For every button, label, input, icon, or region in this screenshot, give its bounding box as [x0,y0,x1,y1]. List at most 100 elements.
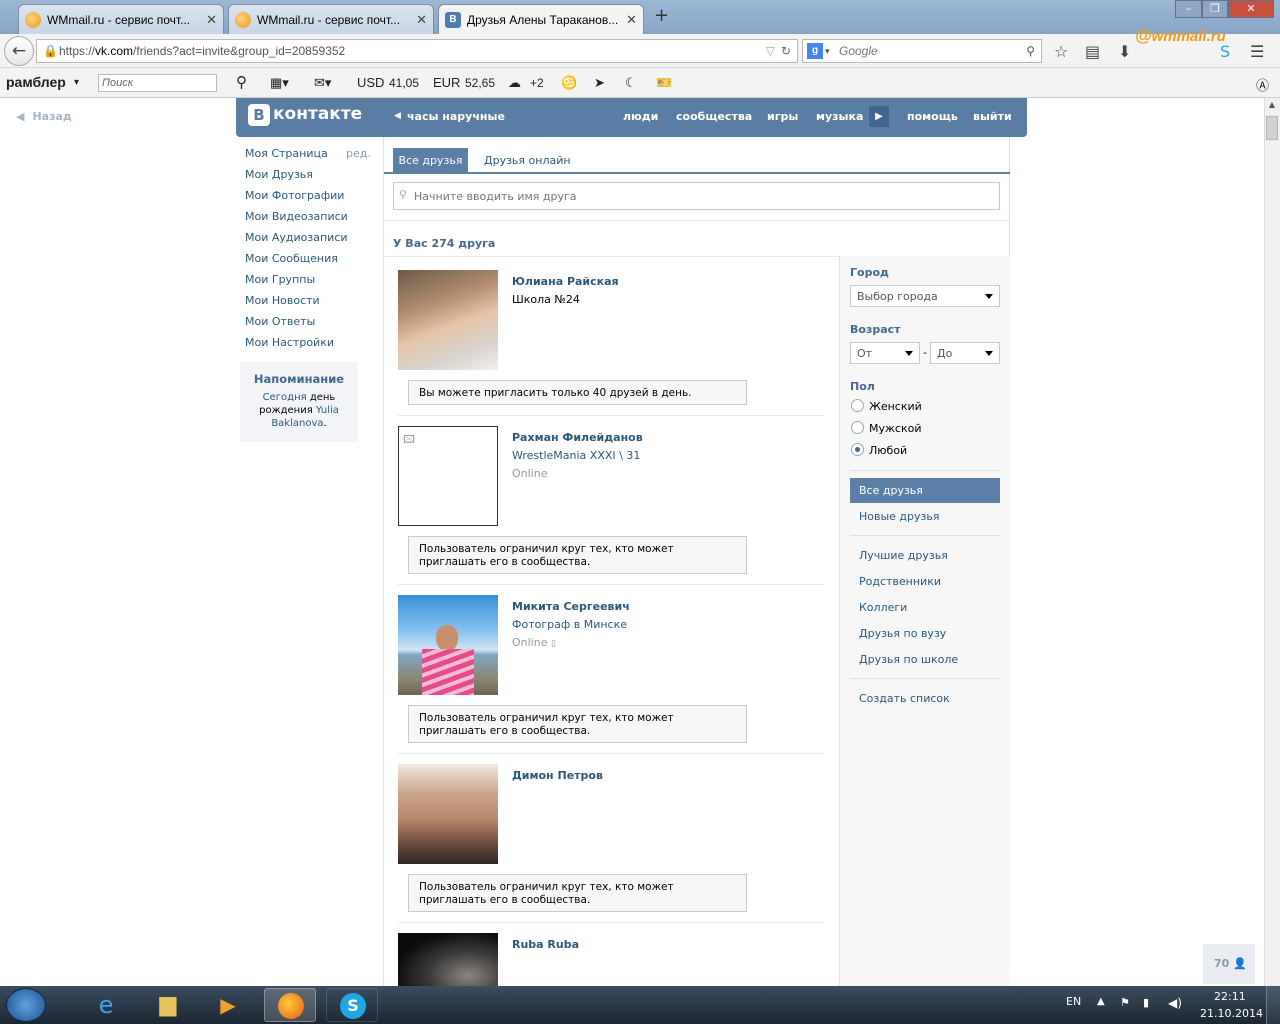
explorer-folder-icon[interactable]: ▆ [142,988,194,1022]
weather-icon[interactable]: ☁ [508,75,521,91]
list-relatives[interactable]: Родственники [859,575,941,588]
nav-logout[interactable]: выйти [973,110,1012,123]
list-university-friends[interactable]: Друзья по вузу [859,627,946,640]
search-icon[interactable]: ⚲ [236,73,247,91]
online-counter[interactable]: 70 👤 [1203,944,1255,984]
scroll-up-icon[interactable]: ▲ [1266,100,1278,112]
list-best-friends[interactable]: Лучшие друзья [859,549,948,562]
friend-name[interactable]: Рахман Филейданов [512,431,643,444]
menu-my-settings[interactable]: Мои Настройки [245,336,334,349]
notes-icon[interactable]: ▦▾ [270,75,289,91]
play-icon[interactable]: ▶ [869,106,889,127]
send-icon[interactable]: ➤ [594,75,605,91]
close-tab-icon[interactable]: ✕ [206,12,217,28]
menu-my-videos[interactable]: Мои Видеозаписи [245,210,348,223]
radio-female[interactable] [851,399,864,412]
clock-date[interactable]: 21.10.2014 [1200,1007,1263,1020]
browser-tab-3[interactable]: B Друзья Алены Тараканов... ✕ [438,4,644,35]
search-field[interactable]: g ▾ Google ⚲ [802,39,1042,63]
menu-icon[interactable]: ☰ [1250,42,1264,61]
media-player-icon[interactable]: ▶ [202,988,254,1022]
list-colleagues[interactable]: Коллеги [859,601,907,614]
nav-communities[interactable]: сообщества [676,110,752,123]
menu-my-page[interactable]: Моя Страница [245,147,328,160]
friend-name[interactable]: Микита Сергеевич [512,600,630,613]
start-button[interactable] [6,988,46,1022]
friend-search-input[interactable]: ⚲ Начните вводить имя друга [393,182,1000,210]
radio-male-label[interactable]: Мужской [869,422,921,435]
friend-avatar[interactable]: 🖾 [398,426,498,526]
reminder-today[interactable]: Сегодня [263,392,307,403]
skype-icon[interactable]: S [1220,42,1230,61]
menu-my-groups[interactable]: Мои Группы [245,273,315,286]
menu-my-messages[interactable]: Мои Сообщения [245,252,338,265]
city-select[interactable]: Выбор города [850,285,1000,307]
close-tab-icon[interactable]: ✕ [416,12,427,28]
friend-info[interactable]: WrestleMania XXXI \ 31 [512,449,640,462]
show-desktop-button[interactable] [1266,986,1280,1024]
menu-my-friends[interactable]: Мои Друзья [245,168,313,181]
wmmail-logo[interactable]: @wmmail.ru [1135,26,1226,46]
friend-avatar[interactable] [398,764,498,864]
header-ad-link[interactable]: часы наручные [407,110,505,123]
mail-icon[interactable]: ✉▾ [314,75,331,91]
list-new-friends[interactable]: Новые друзья [859,510,939,523]
chevron-down-icon[interactable]: ▾ [825,40,830,62]
friend-avatar[interactable] [398,595,498,695]
radio-any-label[interactable]: Любой [869,444,907,457]
close-tab-icon[interactable]: ✕ [626,12,637,28]
moon-icon[interactable]: ☾ [625,75,637,91]
google-icon[interactable]: g [807,43,823,59]
rambler-search-input[interactable]: Поиск [98,74,217,92]
friend-name[interactable]: Димон Петров [512,769,603,782]
menu-edit-link[interactable]: ред. [346,147,371,160]
nav-music[interactable]: музыка [816,110,863,123]
rambler-settings-icon[interactable]: Ⓐ [1256,75,1269,94]
radio-female-label[interactable]: Женский [869,400,922,413]
star-dropdown-icon[interactable]: ▽ [766,40,775,62]
scrollbar[interactable]: ▲ [1264,98,1280,986]
skype-icon[interactable]: S [326,988,378,1022]
nav-help[interactable]: помощь [907,110,958,123]
ticket-icon[interactable]: 🎫 [656,75,672,91]
new-tab-button[interactable]: + [654,5,669,26]
browser-tab-1[interactable]: WMmail.ru - сервис почт... ✕ [18,4,224,34]
nav-games[interactable]: игры [767,110,798,123]
friend-avatar[interactable] [398,270,498,370]
search-icon[interactable]: ⚲ [1026,40,1035,62]
minimize-button[interactable]: – [1175,0,1202,18]
close-window-button[interactable]: ✕ [1228,0,1274,18]
download-icon[interactable]: ⬇ [1118,42,1131,61]
tray-expand-icon[interactable]: ▲ [1097,996,1105,1007]
network-icon[interactable]: ⚑ [1120,996,1130,1009]
maximize-button[interactable]: ❐ [1202,0,1228,18]
tab-all-friends[interactable]: Все друзья [393,148,468,173]
nav-people[interactable]: люди [623,110,658,123]
menu-my-photos[interactable]: Мои Фотографии [245,189,344,202]
menu-my-audio[interactable]: Мои Аудиозаписи [245,231,348,244]
vk-logo-icon[interactable]: В [248,104,270,126]
friend-avatar[interactable] [398,933,498,986]
browser-tab-2[interactable]: WMmail.ru - сервис почт... ✕ [228,4,434,34]
friend-info[interactable]: Фотограф в Минске [512,618,627,631]
friend-name[interactable]: Юлиана Райская [512,275,619,288]
radio-any[interactable] [851,443,864,456]
reading-list-icon[interactable]: ▤ [1085,42,1100,61]
reload-icon[interactable]: ↻ [781,40,791,62]
signal-icon[interactable]: ▮ [1143,996,1149,1009]
create-list-link[interactable]: Создать список [859,692,950,705]
volume-icon[interactable]: ◀) [1168,996,1182,1010]
back-link[interactable]: ◀ Назад [16,110,72,123]
radio-male[interactable] [851,421,864,434]
scrollbar-thumb[interactable] [1266,116,1278,140]
age-from-select[interactable]: От [850,342,920,364]
address-bar[interactable]: 🔒 https://vk.com/friends?act=invite&grou… [36,39,798,63]
back-arrow-icon[interactable]: ← [4,36,34,66]
bookmark-star-icon[interactable]: ☆ [1054,42,1068,61]
menu-my-news[interactable]: Мои Новости [245,294,320,307]
internet-explorer-icon[interactable]: e [80,988,132,1022]
vk-logo-text[interactable]: контакте [273,104,362,124]
list-all-friends[interactable]: Все друзья [850,478,1000,503]
chevron-down-icon[interactable]: ▾ [74,77,79,88]
clock-time[interactable]: 22:11 [1214,990,1246,1003]
